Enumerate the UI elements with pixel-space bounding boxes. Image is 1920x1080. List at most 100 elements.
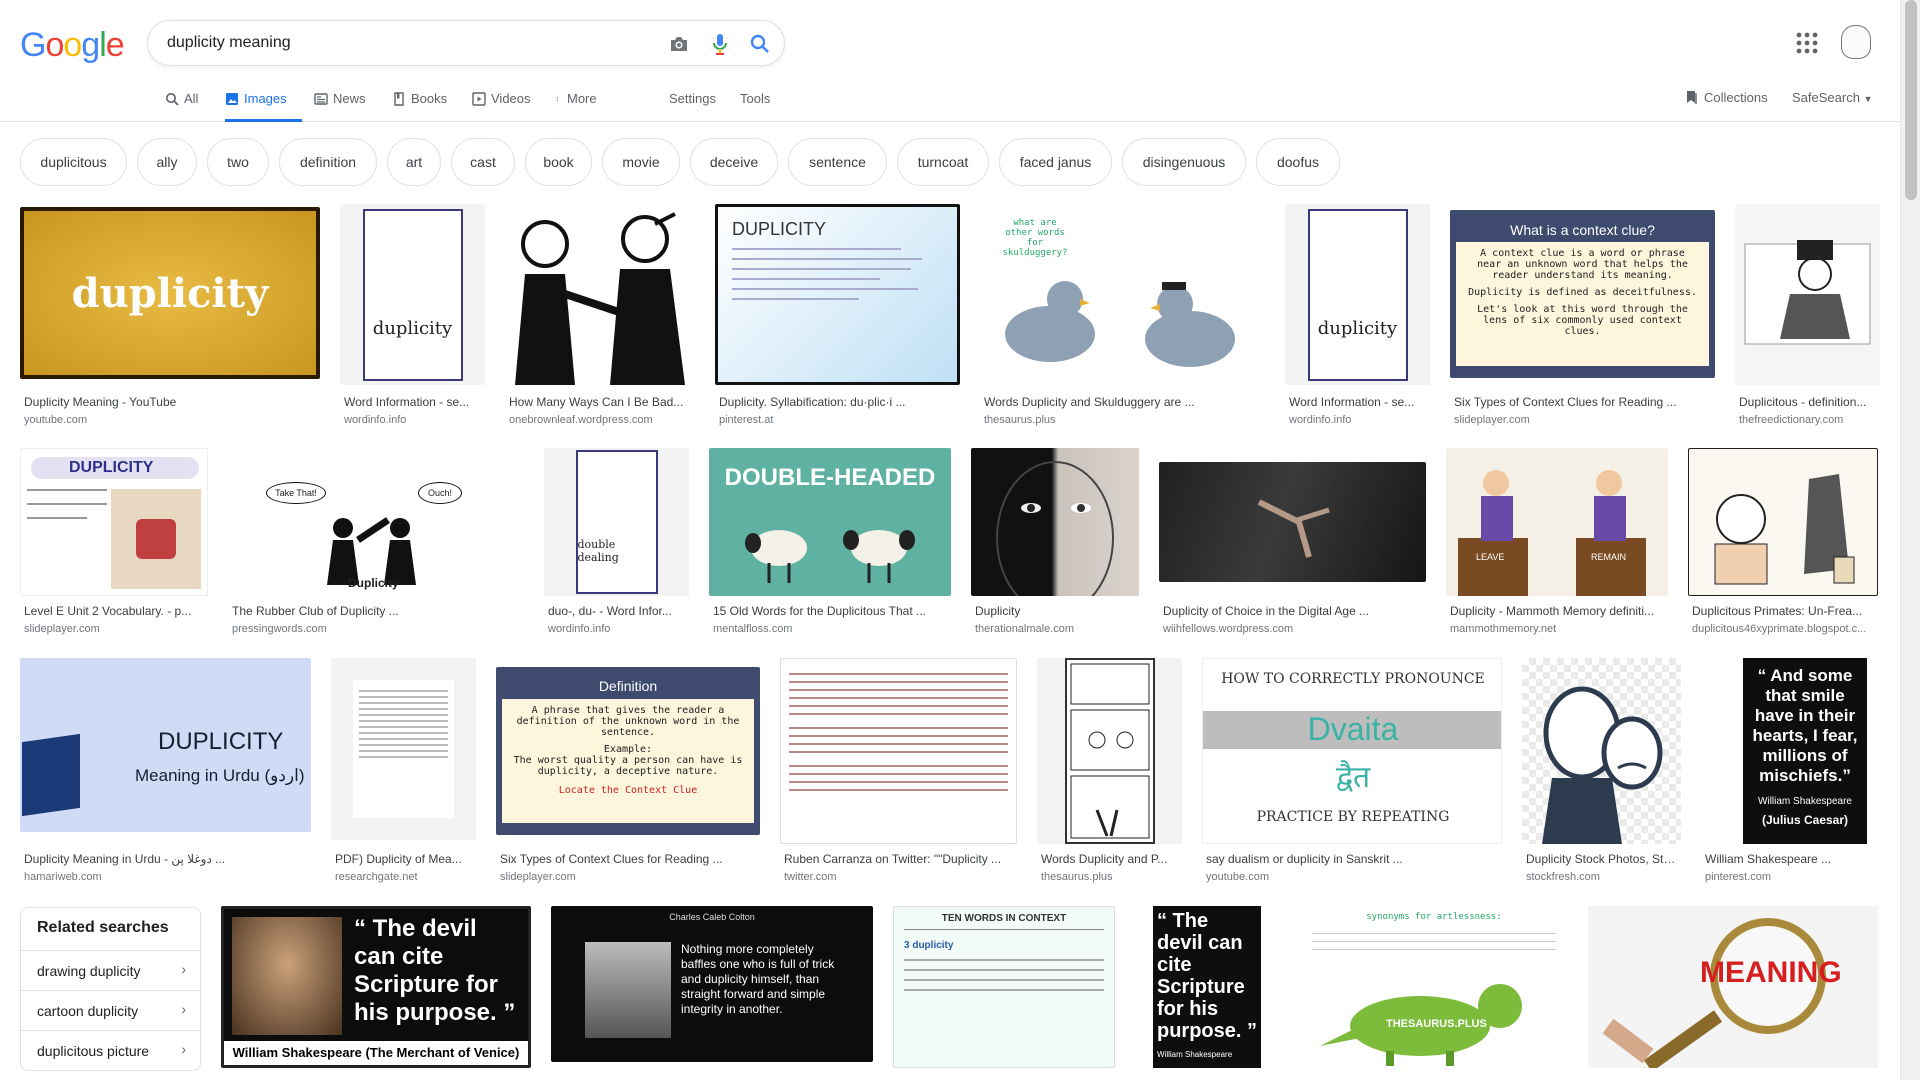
related-search-item[interactable]: duplicitous picture › <box>21 1030 200 1070</box>
result-domain[interactable]: researchgate.net <box>335 871 476 883</box>
image-result[interactable]: Duplicity Stock Photos, Stock I... stock… <box>1522 658 1681 886</box>
result-thumbnail[interactable]: HOW TO CORRECTLY PRONOUNCE Dvaita द्वैत … <box>1202 658 1502 844</box>
tab-images[interactable]: Images <box>225 86 302 122</box>
result-thumbnail[interactable]: TEN WORDS IN CONTEXT 3 duplicity <box>893 906 1115 1068</box>
image-result[interactable]: duplicity Duplicity Meaning - YouTube yo… <box>20 207 320 427</box>
image-result[interactable]: DUPLICITY Duplicity. Syllabification: du… <box>715 204 960 427</box>
tab-news[interactable]: News <box>314 86 366 122</box>
result-domain[interactable]: pressingwords.com <box>232 623 524 635</box>
result-domain[interactable]: therationalmale.com <box>975 623 1139 635</box>
collections-button[interactable]: Collections <box>1686 90 1768 105</box>
chip[interactable]: doofus <box>1256 138 1340 186</box>
result-thumbnail[interactable]: Definition A phrase that gives the reade… <box>496 667 760 835</box>
result-thumbnail[interactable]: what are other words for skulduggery? <box>980 204 1265 385</box>
result-title[interactable]: How Many Ways Can I Be Bad... <box>509 395 695 409</box>
chip[interactable]: art <box>387 138 441 186</box>
result-thumbnail[interactable]: MEANING <box>1588 906 1878 1068</box>
image-result[interactable]: Definition A phrase that gives the reade… <box>496 667 760 886</box>
result-domain[interactable]: youtube.com <box>24 414 320 426</box>
result-title[interactable]: Duplicity Meaning - YouTube <box>24 395 320 409</box>
result-thumbnail[interactable] <box>780 658 1017 844</box>
result-domain[interactable]: wordinfo.info <box>548 623 689 635</box>
result-domain[interactable]: mammothmemory.net <box>1450 623 1668 635</box>
tab-tools[interactable]: Tools <box>740 86 770 122</box>
result-domain[interactable]: thesaurus.plus <box>984 414 1265 426</box>
result-title[interactable]: say dualism or duplicity in Sanskrit ... <box>1206 852 1502 866</box>
tab-more[interactable]: More <box>556 86 597 122</box>
image-result[interactable]: LEAVE REMAIN Duplicity - Mammoth Memory … <box>1446 448 1668 638</box>
related-search-item[interactable]: cartoon duplicity › <box>21 990 200 1030</box>
chip[interactable]: two <box>207 138 269 186</box>
chip[interactable]: ally <box>137 138 197 186</box>
image-result[interactable]: MEANING <box>1588 906 1878 1080</box>
result-domain[interactable]: duplicitous46xyprimate.blogspot.c... <box>1692 623 1878 635</box>
result-thumbnail[interactable]: What is a context clue? A context clue i… <box>1450 210 1715 378</box>
tab-books[interactable]: Books <box>392 86 447 122</box>
result-thumbnail[interactable]: “ And some that smile have in their hear… <box>1701 658 1878 844</box>
result-title[interactable]: William Shakespeare ... <box>1705 852 1878 866</box>
chip[interactable]: cast <box>451 138 515 186</box>
scrollbar-thumb[interactable] <box>1905 0 1917 200</box>
result-thumbnail[interactable]: Take That! Ouch! Duplicity <box>228 448 524 596</box>
result-domain[interactable]: onebrownleaf.wordpress.com <box>509 414 695 426</box>
result-title[interactable]: Duplicity. Syllabification: du·plic·i ..… <box>719 395 960 409</box>
image-result[interactable]: “ The devil can cite Scripture for his p… <box>1135 906 1280 1080</box>
result-thumbnail[interactable] <box>1688 448 1878 596</box>
image-result[interactable]: “ And some that smile have in their hear… <box>1701 658 1878 886</box>
result-thumbnail[interactable]: DUPLICITY <box>715 204 960 385</box>
result-title[interactable]: Six Types of Context Clues for Reading .… <box>500 852 760 866</box>
tab-all[interactable]: All <box>165 86 198 122</box>
chip[interactable]: sentence <box>788 138 887 186</box>
result-thumbnail[interactable]: double dealing <box>544 448 689 596</box>
result-title[interactable]: Word Information - se... <box>344 395 485 409</box>
result-title[interactable]: Word Information - se... <box>1289 395 1430 409</box>
image-result[interactable]: Duplicity of Choice in the Digital Age .… <box>1159 462 1426 638</box>
image-result[interactable]: Words Duplicity and P... thesaurus.plus <box>1037 658 1182 886</box>
safesearch-dropdown[interactable]: SafeSearch ▼ <box>1792 90 1872 105</box>
result-title[interactable]: Duplicity <box>975 604 1139 618</box>
result-title[interactable]: Duplicity - Mammoth Memory definiti... <box>1450 604 1668 618</box>
result-title[interactable]: duo-, du- - Word Infor... <box>548 604 689 618</box>
result-thumbnail[interactable] <box>1522 658 1681 844</box>
result-thumbnail[interactable]: synonyms for artlessness: THESAURUS.PLUS <box>1300 906 1568 1068</box>
result-domain[interactable]: slideplayer.com <box>500 871 760 883</box>
result-domain[interactable]: stockfresh.com <box>1526 871 1681 883</box>
result-title[interactable]: Level E Unit 2 Vocabulary. - p... <box>24 604 208 618</box>
image-result[interactable]: Ruben Carranza on Twitter: ""Duplicity .… <box>780 658 1017 886</box>
result-domain[interactable]: wiihfellows.wordpress.com <box>1163 623 1426 635</box>
camera-icon[interactable] <box>666 31 692 57</box>
image-result[interactable]: Charles Caleb Colton Nothing more comple… <box>551 906 873 1080</box>
result-domain[interactable]: wordinfo.info <box>344 414 485 426</box>
chip[interactable]: turncoat <box>897 138 989 186</box>
chip[interactable]: movie <box>602 138 680 186</box>
result-domain[interactable]: thesaurus.plus <box>1041 871 1182 883</box>
result-domain[interactable]: thefreedictionary.com <box>1739 414 1880 426</box>
result-thumbnail[interactable] <box>971 448 1139 596</box>
microphone-icon[interactable] <box>707 31 733 57</box>
result-domain[interactable]: youtube.com <box>1206 871 1502 883</box>
chip[interactable]: duplicitous <box>20 138 127 186</box>
result-domain[interactable]: slideplayer.com <box>1454 414 1715 426</box>
result-thumbnail[interactable]: duplicity <box>340 204 485 385</box>
chip[interactable]: disingenuous <box>1122 138 1246 186</box>
result-title[interactable]: Ruben Carranza on Twitter: ""Duplicity .… <box>784 852 1017 866</box>
result-domain[interactable]: slideplayer.com <box>24 623 208 635</box>
result-title[interactable]: Duplicity of Choice in the Digital Age .… <box>1163 604 1426 618</box>
related-search-item[interactable]: drawing duplicity › <box>21 950 200 990</box>
image-result[interactable]: DUPLICITY Level E Unit 2 Vocabulary. - p… <box>20 448 208 638</box>
apps-grid-icon[interactable] <box>1794 30 1820 56</box>
result-title[interactable]: Duplicity Meaning in Urdu - دوغلا پن ... <box>24 852 311 866</box>
result-thumbnail[interactable] <box>505 204 695 385</box>
image-result[interactable]: Duplicitous Primates: Un-Frea... duplici… <box>1688 448 1878 638</box>
result-thumbnail[interactable]: Charles Caleb Colton Nothing more comple… <box>551 906 873 1062</box>
account-avatar[interactable] <box>1841 25 1871 59</box>
result-thumbnail[interactable]: DUPLICITY <box>20 448 208 596</box>
image-result[interactable]: Take That! Ouch! Duplicity The Rubber Cl… <box>228 448 524 638</box>
result-thumbnail[interactable] <box>1037 658 1182 844</box>
image-result[interactable]: DOUBLE-HEADED 15 Old Words for the Dupli… <box>709 448 951 638</box>
image-result[interactable]: How Many Ways Can I Be Bad... onebrownle… <box>505 204 695 427</box>
image-result[interactable]: DUPLICITY Meaning in Urdu (اردو) Duplici… <box>20 658 311 886</box>
search-box[interactable] <box>147 20 785 66</box>
search-input[interactable] <box>167 32 647 54</box>
image-result[interactable]: What is a context clue? A context clue i… <box>1450 210 1715 427</box>
